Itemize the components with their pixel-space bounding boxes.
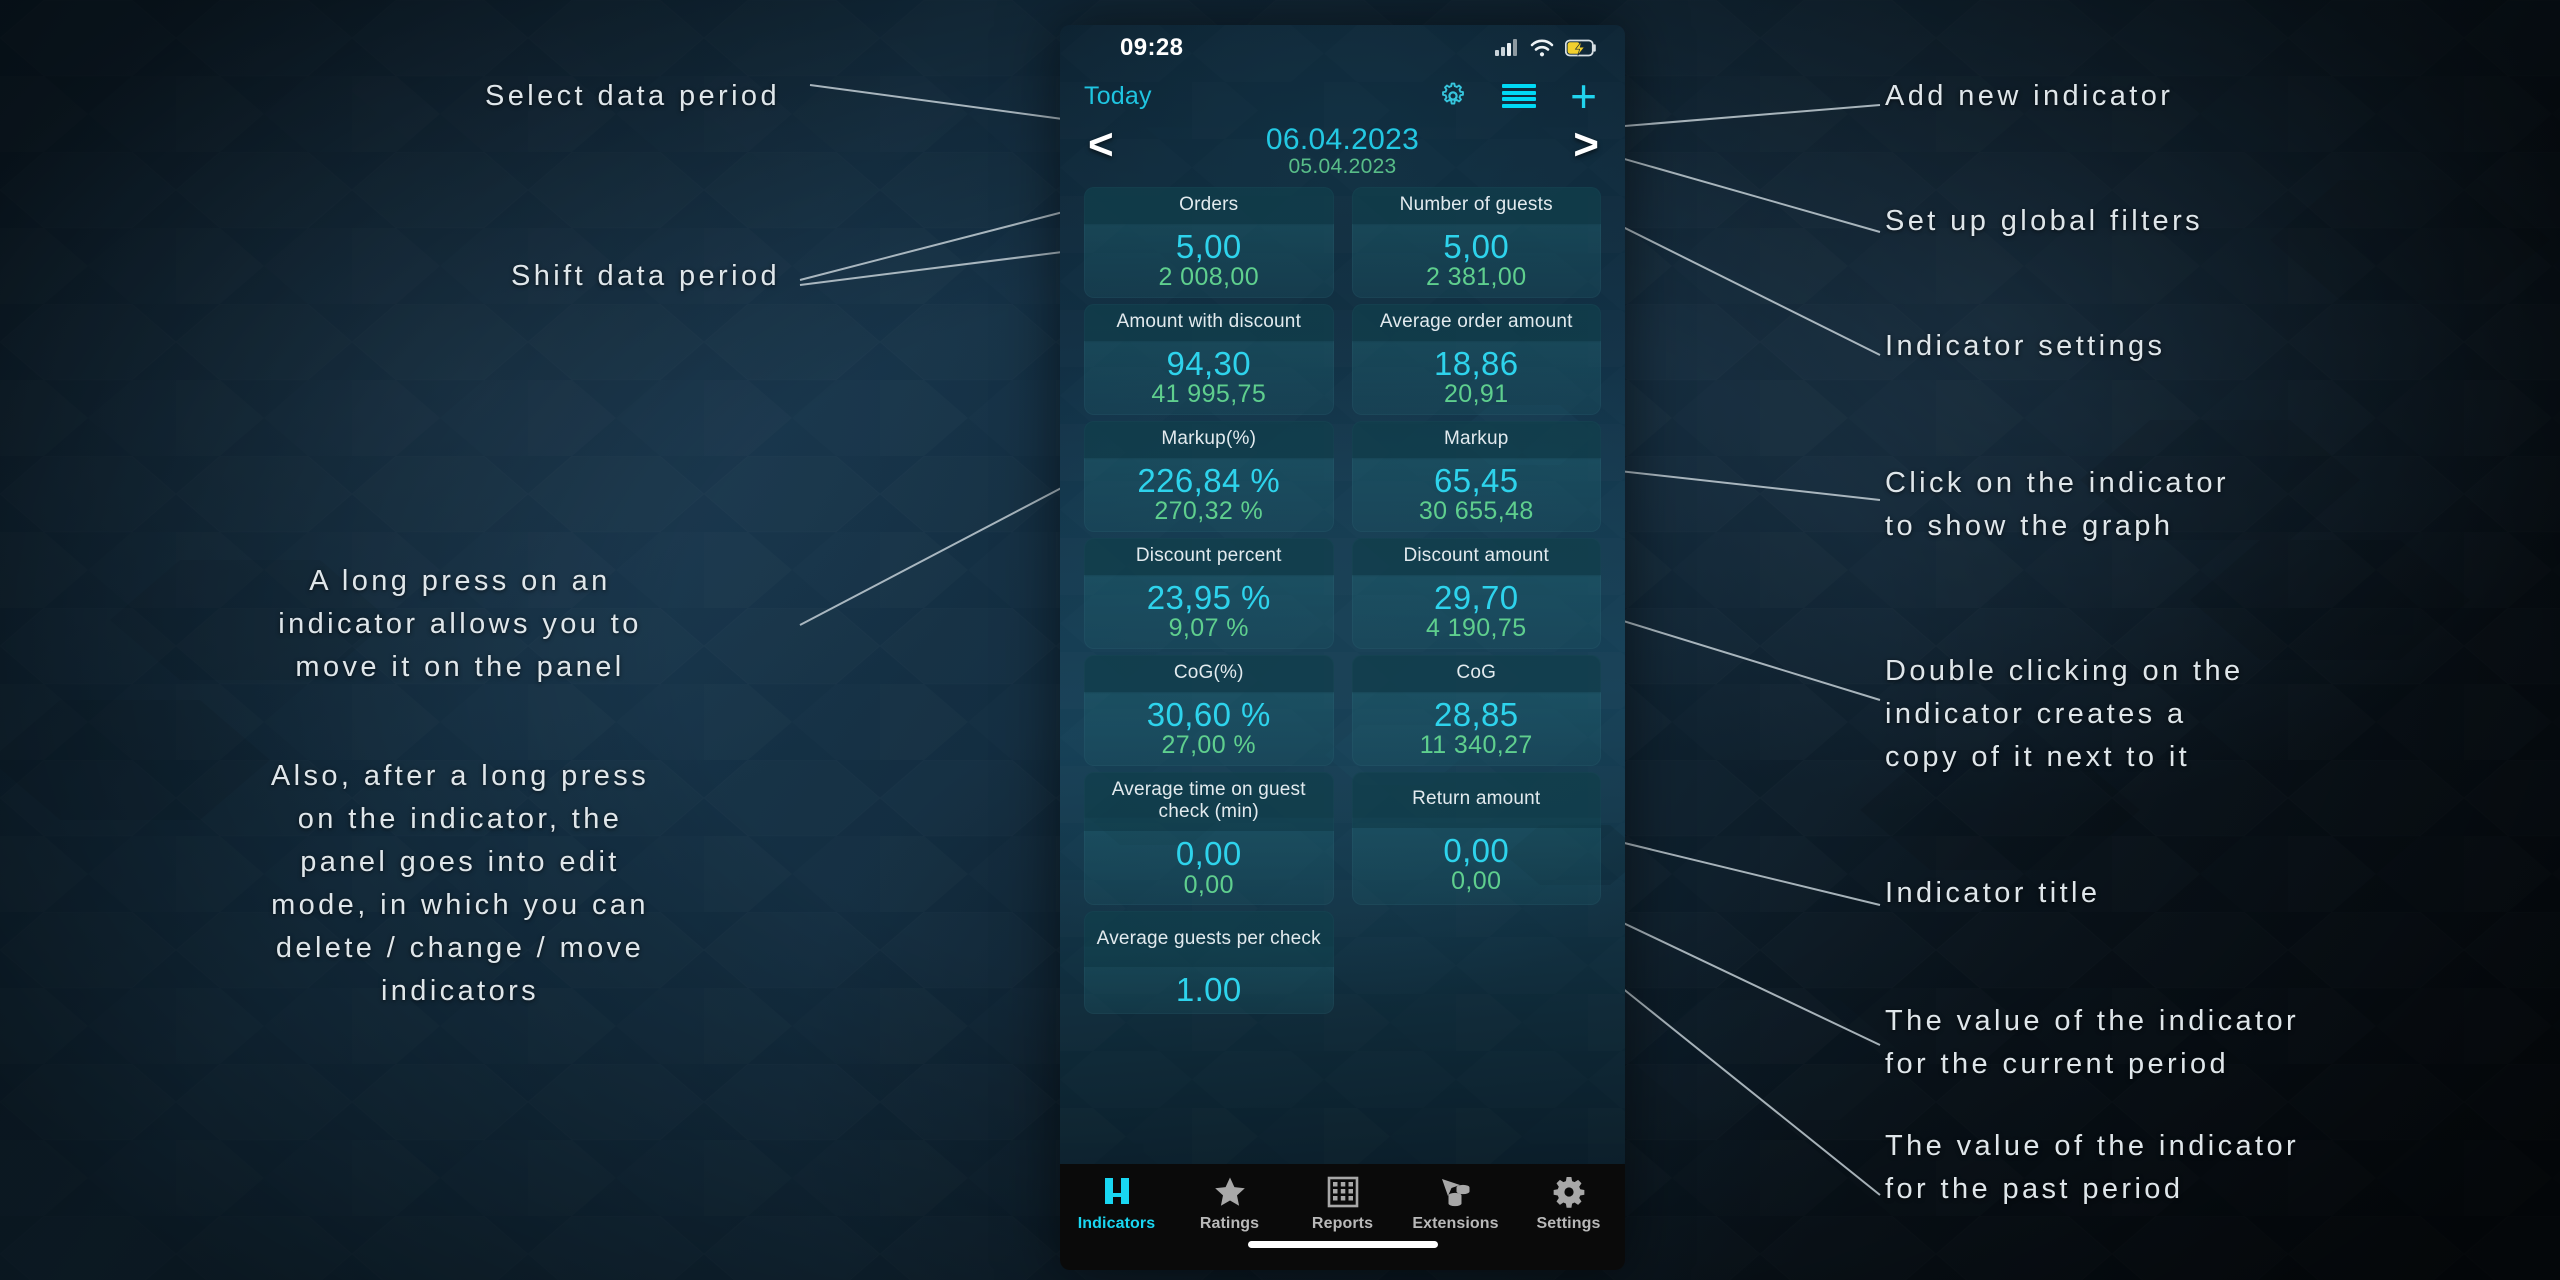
indicator-title: Return amount xyxy=(1351,771,1601,828)
annotation-indicator-settings: Indicator settings xyxy=(1885,330,2166,362)
plus-icon[interactable]: + xyxy=(1570,73,1597,119)
tab-ratings[interactable]: Ratings xyxy=(1173,1174,1286,1233)
indicator-previous-value: 270,32 % xyxy=(1154,497,1264,526)
indicator-current-value: 18,86 xyxy=(1433,344,1519,382)
indicator-card[interactable]: Amount with discount 94,30 41 995,75 xyxy=(1084,303,1334,415)
indicator-previous-value: 2 381,00 xyxy=(1425,263,1527,292)
annotation-edit-mode: Also, after a long press on the indicato… xyxy=(270,760,650,1007)
indicator-current-value: 23,95 % xyxy=(1146,578,1271,616)
indicator-title: Amount with discount xyxy=(1084,303,1334,341)
indicator-current-value: 30,60 % xyxy=(1146,695,1271,733)
indicator-previous-value: 20,91 xyxy=(1443,380,1509,409)
indicator-previous-value: 11 340,27 xyxy=(1419,731,1533,760)
battery-charging-icon xyxy=(1565,39,1596,57)
annotation-shift-data-period: Shift data period xyxy=(511,260,780,292)
annotation-select-data-period: Select data period xyxy=(485,80,780,112)
annotation-value-current: The value of the indicator for the curre… xyxy=(1885,1005,2300,1080)
annotation-long-press-move: A long press on an indicator allows you … xyxy=(278,565,642,683)
date-labels: 06.04.2023 05.04.2023 xyxy=(1060,121,1625,179)
indicator-previous-value: 0,00 xyxy=(1451,867,1502,896)
annotation-global-filters: Set up global filters xyxy=(1885,205,2204,237)
status-bar: 09:28 xyxy=(1060,25,1625,71)
previous-date-label: 05.04.2023 xyxy=(1288,155,1397,178)
indicator-current-value: 0,00 xyxy=(1175,835,1242,873)
indicator-current-value: 29,70 xyxy=(1433,578,1519,616)
indicator-card[interactable]: Discount percent 23,95 % 9,07 % xyxy=(1084,537,1334,649)
gear-icon[interactable] xyxy=(1438,81,1468,111)
indicator-current-value: 94,30 xyxy=(1166,344,1252,382)
indicator-current-value: 28,85 xyxy=(1433,695,1519,733)
indicator-previous-value: 2 008,00 xyxy=(1158,263,1259,292)
indicator-title: Average order amount xyxy=(1351,303,1601,341)
indicator-current-value: 5,00 xyxy=(1175,227,1242,265)
indicator-card[interactable]: Orders 5,00 2 008,00 xyxy=(1084,187,1334,298)
indicator-card[interactable]: Markup 65,45 30 655,48 xyxy=(1351,420,1601,532)
annotation-indicator-title: Indicator title xyxy=(1885,877,2101,909)
date-navigation: < > 06.04.2023 05.04.2023 xyxy=(1060,121,1625,183)
bottom-tab-bar: Indicators Ratings Reports Extensions Se… xyxy=(1060,1164,1625,1270)
tab-settings[interactable]: Settings xyxy=(1512,1174,1625,1233)
top-bar-actions: + xyxy=(1438,73,1601,119)
indicator-current-value: 65,45 xyxy=(1433,461,1519,499)
indicator-card[interactable]: Discount amount 29,70 4 190,75 xyxy=(1351,537,1601,649)
indicator-previous-value: 0,00 xyxy=(1183,870,1234,899)
indicator-current-value: 226,84 % xyxy=(1137,461,1281,499)
indicator-card[interactable]: Average guests per check 1.00 xyxy=(1084,911,1334,1015)
indicator-card[interactable]: Markup(%) 226,84 % 270,32 % xyxy=(1084,420,1334,532)
indicator-card[interactable]: CoG(%) 30,60 % 27,00 % xyxy=(1084,654,1334,766)
indicator-current-value: 1.00 xyxy=(1175,971,1242,1009)
annotation-value-past: The value of the indicator for the past … xyxy=(1885,1130,2300,1205)
tab-reports[interactable]: Reports xyxy=(1286,1174,1399,1233)
indicator-previous-value: 27,00 % xyxy=(1161,731,1257,760)
tab-label-settings: Settings xyxy=(1536,1215,1601,1232)
current-date-label: 06.04.2023 xyxy=(1265,123,1420,156)
grid-table-icon xyxy=(1327,1176,1358,1208)
indicator-previous-value: 9,07 % xyxy=(1168,614,1249,643)
status-icons xyxy=(1495,39,1597,57)
indicator-title: Orders xyxy=(1084,187,1334,224)
tab-indicators[interactable]: Indicators xyxy=(1060,1174,1173,1233)
indicator-title: CoG(%) xyxy=(1084,654,1334,692)
indicator-grid: Orders 5,00 2 008,00 Number of guests 5,00 2 … xyxy=(1060,183,1625,1015)
tab-label-reports: Reports xyxy=(1311,1215,1374,1232)
period-selector-button[interactable]: Today xyxy=(1084,82,1152,111)
cellular-signal-icon xyxy=(1495,39,1517,56)
indicator-title: Discount amount xyxy=(1351,537,1601,575)
indicator-title: Markup(%) xyxy=(1084,420,1334,458)
app-top-bar: Today + xyxy=(1060,71,1625,121)
indicator-card[interactable]: CoG 28,85 11 340,27 xyxy=(1351,654,1601,766)
tab-extensions[interactable]: Extensions xyxy=(1399,1174,1512,1233)
annotation-add-new-indicator: Add new indicator xyxy=(1885,80,2174,112)
indicators-icon xyxy=(1104,1178,1129,1204)
indicator-card[interactable]: Average time on guest check (min) 0,00 0,0… xyxy=(1084,771,1334,906)
gear-icon xyxy=(1553,1177,1584,1208)
indicator-title: Markup xyxy=(1351,420,1601,458)
indicator-title: Discount percent xyxy=(1084,537,1334,575)
annotation-double-click-copy: Double clicking on the indicator creates… xyxy=(1885,655,2244,773)
indicator-card[interactable]: Average order amount 18,86 20,91 xyxy=(1351,303,1601,415)
plane-coins-icon xyxy=(1441,1179,1469,1207)
wifi-icon xyxy=(1530,39,1554,57)
indicator-card[interactable]: Number of guests 5,00 2 381,00 xyxy=(1351,187,1601,298)
filter-lines-icon[interactable] xyxy=(1502,84,1537,108)
status-clock: 09:28 xyxy=(1120,34,1184,61)
indicator-title: CoG xyxy=(1351,654,1601,692)
indicator-previous-value: 41 995,75 xyxy=(1151,380,1267,409)
tab-label-ratings: Ratings xyxy=(1199,1215,1260,1232)
annotation-click-show-graph: Click on the indicator to show the graph xyxy=(1885,467,2229,542)
indicator-previous-value: 30 655,48 xyxy=(1418,497,1534,526)
indicator-previous-value: 4 190,75 xyxy=(1425,614,1527,643)
indicator-current-value: 5,00 xyxy=(1443,227,1510,265)
indicator-title: Average time on guest check (min) xyxy=(1084,771,1334,832)
tab-label-indicators: Indicators xyxy=(1077,1215,1156,1232)
indicator-title: Number of guests xyxy=(1351,187,1601,224)
indicator-current-value: 0,00 xyxy=(1443,831,1510,869)
indicator-card[interactable]: Return amount 0,00 0,00 xyxy=(1351,771,1601,906)
phone-screen: 09:28 Today + < > 06.04.2023 05.04.2023 … xyxy=(1060,25,1625,1270)
tab-label-extensions: Extensions xyxy=(1412,1215,1499,1232)
home-indicator-bar xyxy=(1247,1241,1438,1248)
indicator-title: Average guests per check xyxy=(1084,911,1334,968)
star-icon xyxy=(1214,1177,1245,1206)
